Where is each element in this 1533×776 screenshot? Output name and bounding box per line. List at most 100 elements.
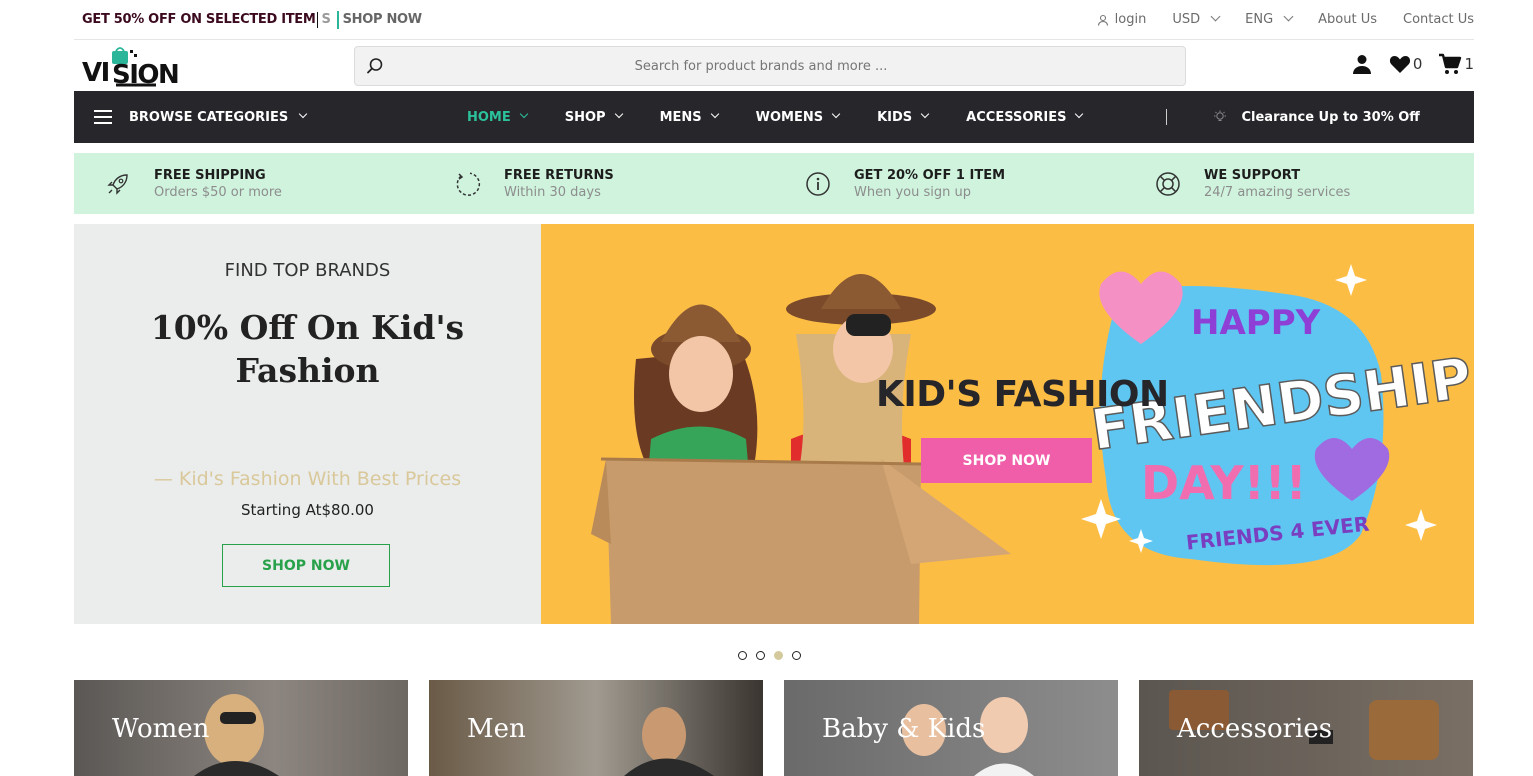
feature-title: FREE RETURNS	[504, 167, 614, 183]
refresh-icon	[454, 170, 482, 198]
feature-title: FREE SHIPPING	[154, 167, 266, 183]
about-us-link[interactable]: About Us	[1318, 12, 1377, 27]
kids-illustration: HAPPY FRIENDSHIP DAY!!! FRIENDS 4 EVER	[591, 264, 1474, 624]
chevron-down-icon	[1075, 109, 1084, 119]
chevron-down-icon	[920, 109, 930, 119]
chevron-down-icon	[1283, 11, 1294, 22]
category-tile-women[interactable]: Women	[74, 680, 408, 776]
header-actions: 0 1	[1351, 53, 1474, 75]
feature-title: GET 20% OFF 1 ITEM	[854, 167, 1006, 183]
category-tile-men[interactable]: Men	[429, 680, 763, 776]
promo-divider	[336, 10, 339, 29]
banner-shop-now-button[interactable]: SHOP NOW	[921, 438, 1092, 483]
nav-item-mens[interactable]: MENS	[659, 109, 719, 125]
feature-free-returns: FREE RETURNS Within 30 days	[424, 168, 774, 200]
category-label: Baby & Kids	[822, 714, 986, 744]
nav-item-label: HOME	[467, 109, 511, 125]
feature-subtitle: Orders $50 or more	[154, 184, 282, 200]
nav-item-kids[interactable]: KIDS	[877, 109, 930, 125]
user-outline-icon	[1097, 14, 1108, 26]
sticker-happy: HAPPY	[1191, 303, 1321, 343]
chevron-down-icon	[614, 109, 623, 119]
header: VI SION 0 1	[74, 40, 1474, 91]
hero-kicker: FIND TOP BRANDS	[224, 260, 391, 281]
hero-section: FIND TOP BRANDS 10% Off On Kid's Fashion…	[74, 224, 1474, 624]
feature-subtitle: 24/7 amazing services	[1204, 184, 1351, 200]
slider-dot-active[interactable]	[774, 651, 783, 660]
category-label: Accessories	[1177, 714, 1333, 744]
browse-categories-button[interactable]: BROWSE CATEGORIES	[74, 110, 424, 125]
slider-dots	[738, 651, 801, 660]
hero-headline: 10% Off On Kid's Fashion	[150, 308, 465, 390]
login-link[interactable]: login	[1097, 12, 1147, 27]
hero-banner[interactable]: HAPPY FRIENDSHIP DAY!!! FRIENDS 4 EVER K…	[541, 224, 1474, 624]
search-input[interactable]	[395, 57, 1185, 75]
clearance-link[interactable]: Clearance Up to 30% Off	[1213, 110, 1420, 125]
promo-banner: GET 50% OFF ON SELECTED ITEM S SHOP NOW	[74, 10, 423, 29]
top-bar: GET 50% OFF ON SELECTED ITEM S SHOP NOW l…	[74, 0, 1474, 40]
svg-text:VI: VI	[82, 58, 109, 88]
user-icon	[1352, 55, 1371, 74]
browse-categories-label: BROWSE CATEGORIES	[129, 109, 289, 125]
contact-us-label: Contact Us	[1403, 12, 1474, 27]
currency-value: USD	[1172, 12, 1201, 27]
lightbulb-icon	[1214, 110, 1227, 121]
nav-divider	[1166, 109, 1168, 125]
nav-item-label: MENS	[659, 109, 702, 125]
feature-support: WE SUPPORT 24/7 amazing services	[1124, 168, 1474, 200]
logo-mark: VI SION	[82, 46, 180, 90]
nav-item-home[interactable]: HOME	[467, 109, 528, 125]
search-bar[interactable]	[354, 46, 1186, 86]
hamburger-icon	[94, 110, 112, 124]
chevron-down-icon	[710, 109, 719, 119]
category-label: Women	[112, 714, 210, 744]
wishlist-button[interactable]: 0	[1389, 54, 1423, 74]
slider-dot[interactable]	[738, 651, 747, 660]
category-tile-baby-kids[interactable]: Baby & Kids	[784, 680, 1118, 776]
slider-dot[interactable]	[756, 651, 765, 660]
hero-price: Starting At$80.00	[241, 501, 374, 519]
nav-item-accessories[interactable]: ACCESSORIES	[966, 109, 1084, 125]
chevron-down-icon	[519, 109, 528, 119]
language-select[interactable]: ENG	[1245, 11, 1294, 27]
feature-title: WE SUPPORT	[1204, 167, 1301, 183]
category-label: Men	[467, 714, 526, 744]
currency-select[interactable]: USD	[1172, 11, 1221, 27]
nav-item-shop[interactable]: SHOP	[564, 109, 623, 125]
account-button[interactable]	[1351, 53, 1373, 75]
nav-item-womens[interactable]: WOMENS	[756, 109, 841, 125]
promo-text-tail: S	[321, 12, 331, 27]
contact-us-link[interactable]: Contact Us	[1403, 12, 1474, 27]
chevron-down-icon	[298, 109, 308, 119]
cart-icon	[1439, 53, 1462, 74]
slider-dot[interactable]	[792, 651, 801, 660]
category-tiles: Women Men Baby & Kids Accessories	[74, 680, 1474, 776]
category-tile-accessories[interactable]: Accessories	[1139, 680, 1473, 776]
hero-shop-now-button[interactable]: SHOP NOW	[222, 544, 390, 587]
nav-menu: HOME SHOP MENS WOMENS KIDS ACCESSORIES	[467, 109, 1084, 125]
about-us-label: About Us	[1318, 12, 1377, 27]
banner-title: KID'S FASHION	[876, 374, 1169, 415]
cart-count: 1	[1464, 55, 1474, 73]
site-logo[interactable]: VI SION	[74, 43, 194, 90]
cart-button[interactable]: 1	[1438, 53, 1474, 75]
heart-icon	[1389, 56, 1410, 73]
features-strip: FREE SHIPPING Orders $50 or more FREE RE…	[74, 153, 1474, 214]
chevron-down-icon	[831, 109, 841, 119]
promo-shop-now-link[interactable]: SHOP NOW	[343, 12, 423, 27]
nav-item-label: SHOP	[564, 109, 606, 125]
lifebuoy-icon	[1154, 170, 1182, 198]
hero-tagline: — Kid's Fashion With Best Prices	[153, 468, 462, 490]
hero-promo-panel: FIND TOP BRANDS 10% Off On Kid's Fashion…	[74, 224, 541, 624]
sticker-day: DAY!!!	[1141, 456, 1307, 510]
feature-discount: GET 20% OFF 1 ITEM When you sign up	[774, 168, 1124, 200]
feature-subtitle: When you sign up	[854, 184, 971, 200]
chevron-down-icon	[1210, 11, 1221, 22]
nav-item-label: KIDS	[877, 109, 913, 125]
feature-subtitle: Within 30 days	[504, 184, 601, 200]
search-icon[interactable]	[355, 57, 395, 75]
language-value: ENG	[1245, 12, 1274, 27]
feature-free-shipping: FREE SHIPPING Orders $50 or more	[74, 168, 424, 200]
login-label: login	[1114, 12, 1147, 27]
wishlist-count: 0	[1412, 55, 1423, 73]
